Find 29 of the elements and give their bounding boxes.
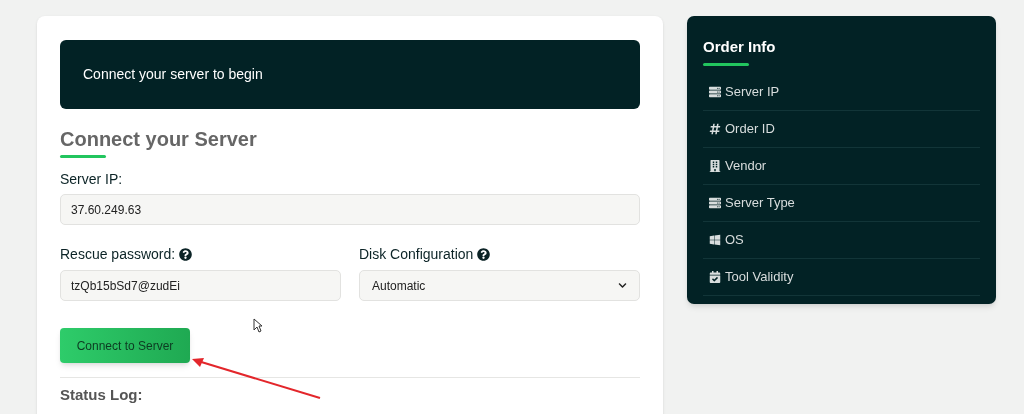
hash-icon <box>709 122 721 135</box>
help-icon[interactable] <box>477 247 491 261</box>
disk-configuration-select[interactable]: Automatic <box>359 270 640 301</box>
server-icon <box>709 85 721 98</box>
title-underline <box>703 62 749 66</box>
help-icon[interactable] <box>179 247 193 261</box>
rescue-password-field[interactable]: tzQb15bSd7@zudEi <box>60 270 341 301</box>
order-info-item: Tool Validity <box>725 267 794 286</box>
form-title: Connect your Server <box>60 127 258 151</box>
order-info-item: Order ID <box>725 119 775 138</box>
banner-text: Connect your server to begin <box>83 65 263 84</box>
field-label: Server IP: <box>60 170 124 188</box>
chevron-down-icon <box>618 281 627 290</box>
connect-button[interactable]: Connect to Server <box>60 328 190 363</box>
order-info-item: Server IP <box>725 82 780 101</box>
cursor-icon <box>253 318 263 333</box>
order-info-item: OS <box>725 230 744 249</box>
field-label: Disk Configuration <box>359 245 474 263</box>
order-info-title: Order Info <box>703 37 777 57</box>
status-log-heading: Status Log: <box>60 386 144 403</box>
order-info-item: Vendor <box>725 156 767 175</box>
server-ip-field[interactable]: 37.60.249.63 <box>60 194 640 225</box>
windows-icon <box>709 233 721 246</box>
calendar-check-icon <box>709 270 721 283</box>
title-underline <box>60 155 106 158</box>
building-icon <box>709 159 721 172</box>
server-icon <box>709 196 721 209</box>
order-info-item: Server Type <box>725 193 795 212</box>
field-label: Rescue password: <box>60 245 176 263</box>
